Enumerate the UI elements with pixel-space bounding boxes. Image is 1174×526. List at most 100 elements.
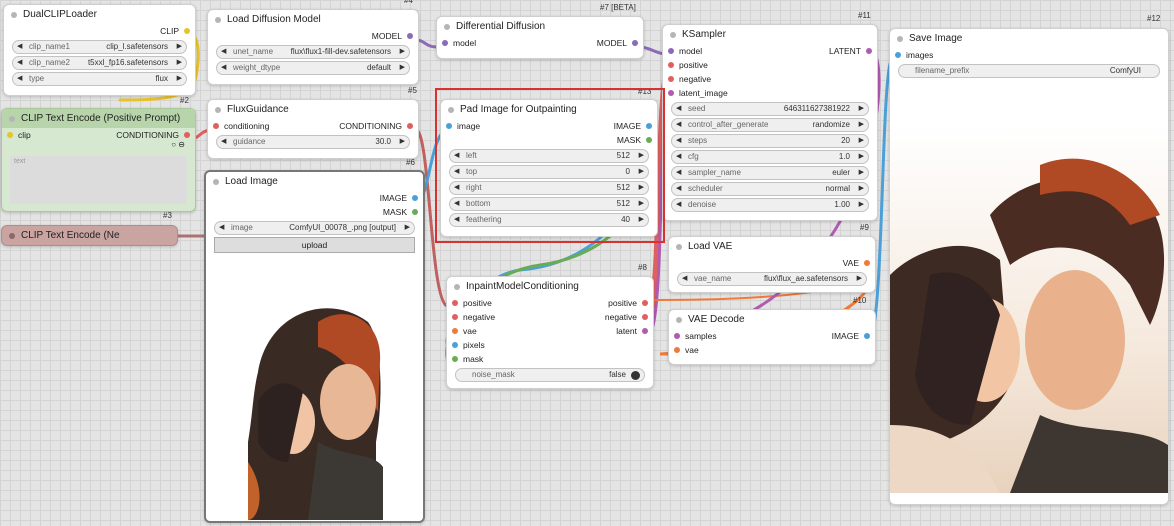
arrow-right-icon[interactable]: ▶ xyxy=(857,273,862,285)
fluxguidance-node[interactable]: FluxGuidance conditioning CONDITIONING ◀ g… xyxy=(207,99,419,159)
image-file-widget[interactable]: ◀ image ComfyUI_00078_.png [output] ▶ xyxy=(214,221,415,235)
model-output-socket[interactable] xyxy=(632,40,638,46)
samples-input-socket[interactable] xyxy=(674,333,680,339)
clip-output-socket[interactable] xyxy=(184,28,190,34)
image-output-socket[interactable] xyxy=(646,123,652,129)
arrow-left-icon[interactable]: ◀ xyxy=(17,73,22,85)
arrow-right-icon[interactable]: ▶ xyxy=(859,151,864,163)
image-output-socket[interactable] xyxy=(864,333,870,339)
arrow-right-icon[interactable]: ▶ xyxy=(639,150,644,162)
latent-output-socket[interactable] xyxy=(866,48,872,54)
arrow-left-icon[interactable]: ◀ xyxy=(221,46,226,58)
clip-input-socket[interactable] xyxy=(7,132,13,138)
arrow-left-icon[interactable]: ◀ xyxy=(676,199,681,211)
arrow-right-icon[interactable]: ▶ xyxy=(177,57,182,69)
model-input-socket[interactable] xyxy=(442,40,448,46)
latent-output-socket[interactable] xyxy=(642,328,648,334)
ksampler-node[interactable]: KSampler model LATENT positive negative l… xyxy=(662,24,878,221)
images-input-socket[interactable] xyxy=(895,52,901,58)
weight-dtype-widget[interactable]: ◀ weight_dtype default ▶ xyxy=(216,61,410,75)
arrow-right-icon[interactable]: ▶ xyxy=(639,166,644,178)
vae-input-socket[interactable] xyxy=(452,328,458,334)
arrow-right-icon[interactable]: ▶ xyxy=(639,198,644,210)
arrow-right-icon[interactable]: ▶ xyxy=(400,46,405,58)
denoise-widget[interactable]: ◀ denoise 1.00 ▶ xyxy=(671,198,869,212)
arrow-left-icon[interactable]: ◀ xyxy=(454,198,459,210)
cfg-widget[interactable]: ◀ cfg 1.0 ▶ xyxy=(671,150,869,164)
clip-name1-widget[interactable]: ◀ clip_name1 clip_l.safetensors ▶ xyxy=(12,40,187,54)
arrow-right-icon[interactable]: ▶ xyxy=(400,62,405,74)
arrow-left-icon[interactable]: ◀ xyxy=(221,62,226,74)
unet-name-widget[interactable]: ◀ unet_name flux\flux1-fill-dev.safetensor… xyxy=(216,45,410,59)
clip-name2-widget[interactable]: ◀ clip_name2 t5xxl_fp16.safetensors ▶ xyxy=(12,56,187,70)
pad-bottom-widget[interactable]: ◀ bottom 512 ▶ xyxy=(449,197,649,211)
load-diffusion-model-node[interactable]: Load Diffusion Model MODEL ◀ unet_name flu… xyxy=(207,9,419,85)
arrow-left-icon[interactable]: ◀ xyxy=(454,150,459,162)
pixels-input-socket[interactable] xyxy=(452,342,458,348)
arrow-left-icon[interactable]: ◀ xyxy=(219,222,224,234)
model-output-socket[interactable] xyxy=(407,33,413,39)
positive-input-socket[interactable] xyxy=(668,62,674,68)
text-prompt-input[interactable]: text xyxy=(10,156,187,204)
arrow-left-icon[interactable]: ◀ xyxy=(454,166,459,178)
arrow-left-icon[interactable]: ◀ xyxy=(17,57,22,69)
arrow-right-icon[interactable]: ▶ xyxy=(177,41,182,53)
conditioning-output-socket[interactable] xyxy=(184,132,190,138)
mask-input-socket[interactable] xyxy=(452,356,458,362)
arrow-left-icon[interactable]: ◀ xyxy=(676,119,681,131)
arrow-right-icon[interactable]: ▶ xyxy=(859,135,864,147)
differential-diffusion-node[interactable]: Differential Diffusion model MODEL xyxy=(436,16,644,59)
load-image-node[interactable]: Load Image IMAGE MASK ◀ image ComfyUI_0007… xyxy=(204,170,425,523)
inpaint-model-conditioning-node[interactable]: InpaintModelConditioning positive positiv… xyxy=(446,276,654,389)
save-image-node[interactable]: Save Image images filename_prefix ComfyUI xyxy=(889,28,1169,505)
arrow-right-icon[interactable]: ▶ xyxy=(177,73,182,85)
toggle-knob-icon[interactable] xyxy=(631,371,640,380)
negative-input-socket[interactable] xyxy=(452,314,458,320)
image-output-socket[interactable] xyxy=(412,195,418,201)
vae-decode-node[interactable]: VAE Decode samples IMAGE vae xyxy=(668,309,876,365)
steps-widget[interactable]: ◀ steps 20 ▶ xyxy=(671,134,869,148)
conditioning-output-socket[interactable] xyxy=(407,123,413,129)
arrow-right-icon[interactable]: ▶ xyxy=(859,103,864,115)
mask-output-socket[interactable] xyxy=(412,209,418,215)
load-vae-node[interactable]: Load VAE VAE ◀ vae_name flux\flux_ae.safet… xyxy=(668,236,876,293)
image-input-socket[interactable] xyxy=(446,123,452,129)
upload-button[interactable]: upload xyxy=(214,237,415,253)
pad-image-for-outpainting-node[interactable]: Pad Image for Outpainting image IMAGE MAS… xyxy=(440,99,658,237)
mask-output-socket[interactable] xyxy=(646,137,652,143)
pad-top-widget[interactable]: ◀ top 0 ▶ xyxy=(449,165,649,179)
scheduler-widget[interactable]: ◀ scheduler normal ▶ xyxy=(671,182,869,196)
dualcliploader-node[interactable]: DualCLIPLoader CLIP ◀ clip_name1 clip_l.sa… xyxy=(3,4,196,96)
arrow-right-icon[interactable]: ▶ xyxy=(639,182,644,194)
arrow-left-icon[interactable]: ◀ xyxy=(17,41,22,53)
latent-image-input-socket[interactable] xyxy=(668,90,674,96)
filename-prefix-widget[interactable]: filename_prefix ComfyUI xyxy=(898,64,1160,78)
arrow-right-icon[interactable]: ▶ xyxy=(639,214,644,226)
positive-input-socket[interactable] xyxy=(452,300,458,306)
arrow-right-icon[interactable]: ▶ xyxy=(859,199,864,211)
vae-output-socket[interactable] xyxy=(864,260,870,266)
clip-text-encode-positive-node[interactable]: CLIP Text Encode (Positive Prompt) clip C… xyxy=(1,108,196,212)
vae-input-socket[interactable] xyxy=(674,347,680,353)
control-after-generate-widget[interactable]: ◀ control_after_generate randomize ▶ xyxy=(671,118,869,132)
arrow-right-icon[interactable]: ▶ xyxy=(400,136,405,148)
arrow-right-icon[interactable]: ▶ xyxy=(859,119,864,131)
conditioning-input-socket[interactable] xyxy=(213,123,219,129)
arrow-left-icon[interactable]: ◀ xyxy=(221,136,226,148)
type-widget[interactable]: ◀ type flux ▶ xyxy=(12,72,187,86)
seed-widget[interactable]: ◀ seed 646311627381922 ▶ xyxy=(671,102,869,116)
arrow-left-icon[interactable]: ◀ xyxy=(676,135,681,147)
arrow-right-icon[interactable]: ▶ xyxy=(859,167,864,179)
arrow-left-icon[interactable]: ◀ xyxy=(454,182,459,194)
arrow-right-icon[interactable]: ▶ xyxy=(859,183,864,195)
pad-left-widget[interactable]: ◀ left 512 ▶ xyxy=(449,149,649,163)
arrow-right-icon[interactable]: ▶ xyxy=(405,222,410,234)
model-input-socket[interactable] xyxy=(668,48,674,54)
pad-right-widget[interactable]: ◀ right 512 ▶ xyxy=(449,181,649,195)
arrow-left-icon[interactable]: ◀ xyxy=(454,214,459,226)
feathering-widget[interactable]: ◀ feathering 40 ▶ xyxy=(449,213,649,227)
negative-output-socket[interactable] xyxy=(642,314,648,320)
arrow-left-icon[interactable]: ◀ xyxy=(682,273,687,285)
arrow-left-icon[interactable]: ◀ xyxy=(676,167,681,179)
arrow-left-icon[interactable]: ◀ xyxy=(676,183,681,195)
